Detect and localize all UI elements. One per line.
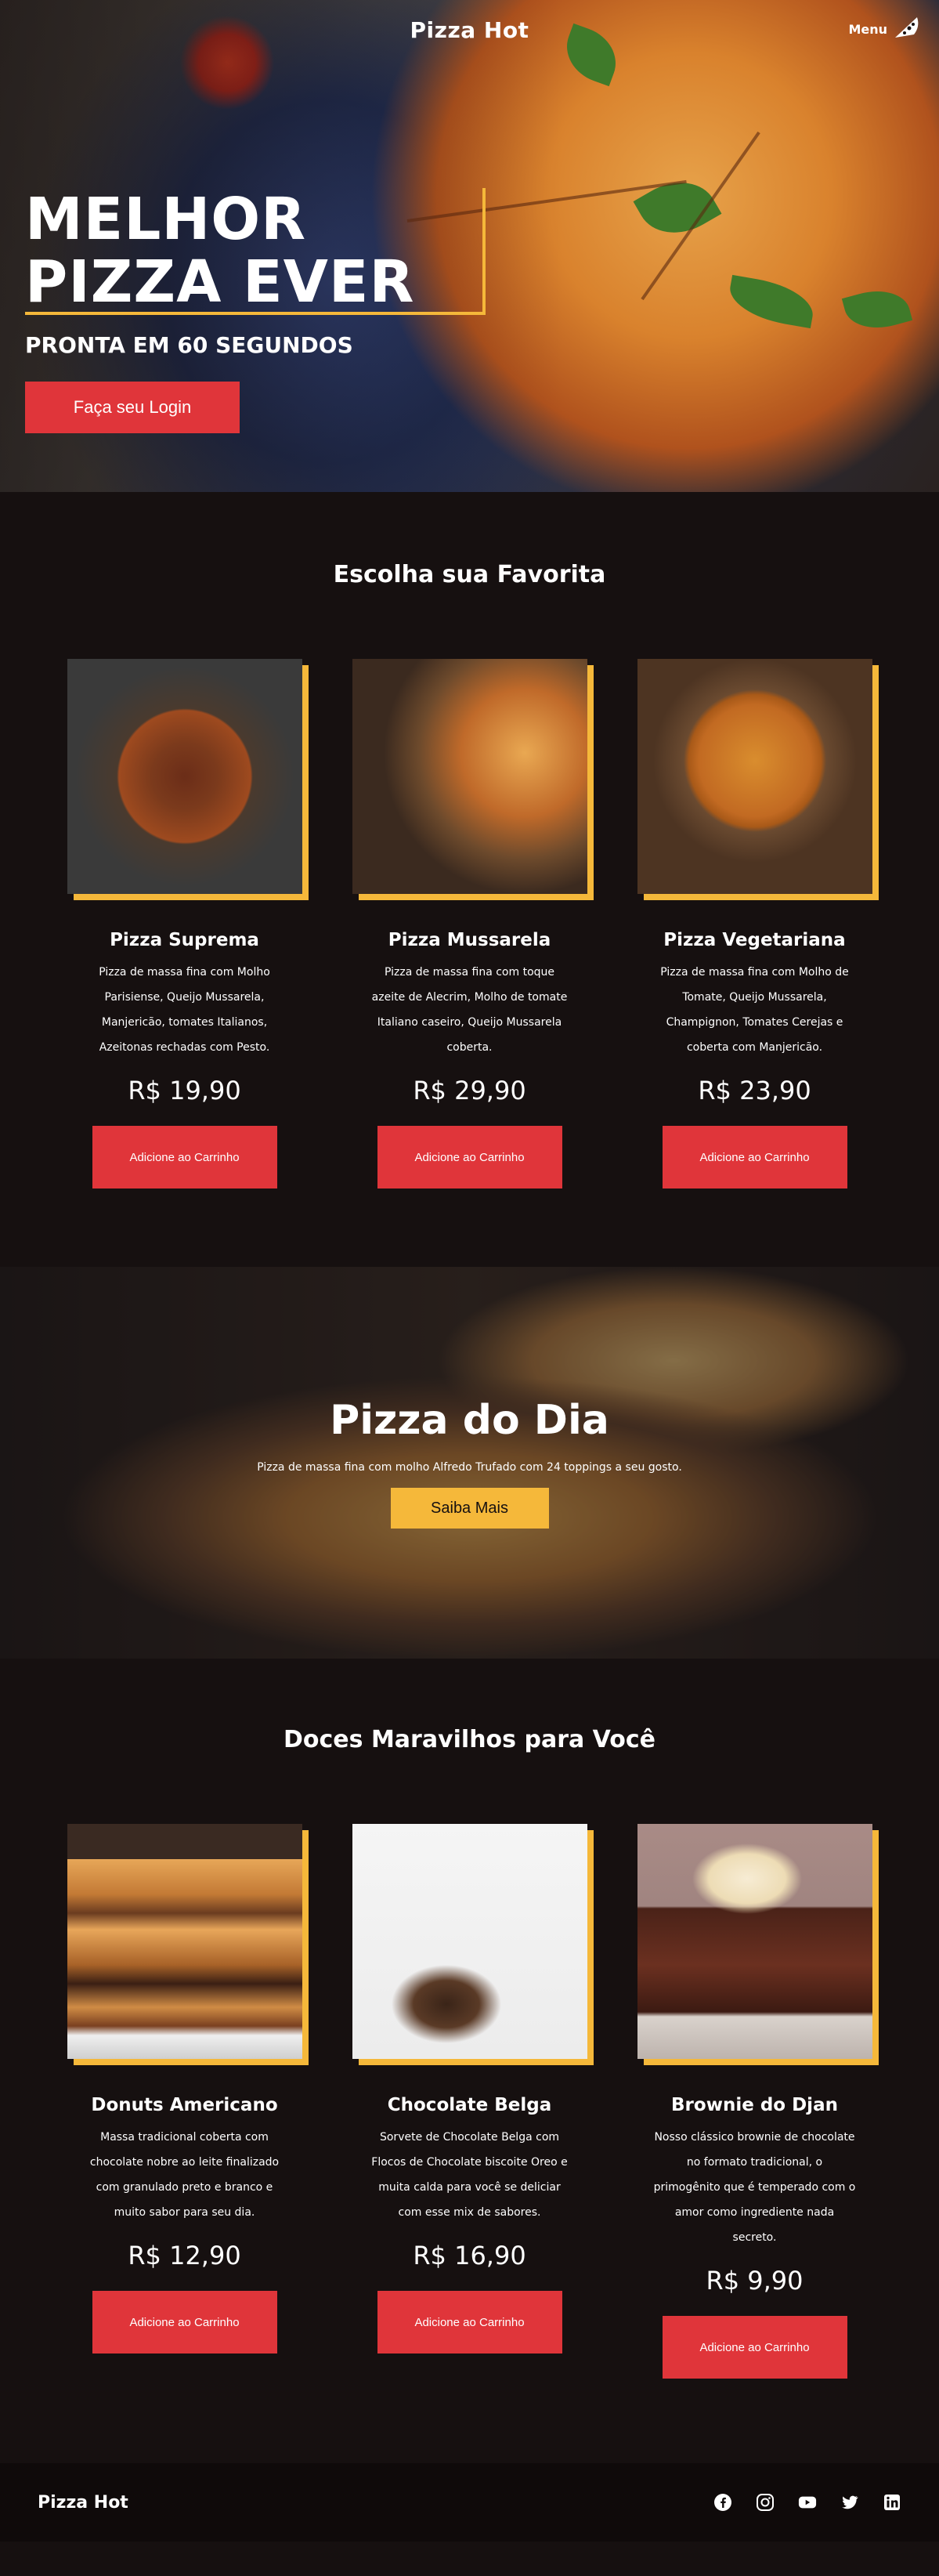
site-footer: Pizza Hot [0,2463,939,2542]
product-price: R$ 19,90 [128,1076,241,1105]
product-description: Massa tradicional coberta com chocolate … [89,2131,280,2219]
product-description: Pizza de massa fina com Molho de Tomate,… [660,966,849,1054]
product-card: Chocolate Belga Sorvete de Chocolate Bel… [352,1824,594,2379]
product-card: Pizza Suprema Pizza de massa fina com Mo… [67,659,309,1189]
product-price: R$ 23,90 [698,1076,811,1105]
product-name: Pizza Suprema [110,930,259,950]
pizza-vegetariana-image[interactable] [637,659,872,894]
product-name: Brownie do Djan [671,2095,838,2115]
add-to-cart-button[interactable]: Adicione ao Carrinho [92,2291,277,2353]
product-description: Nosso clássico brownie de chocolate no f… [653,2131,856,2244]
linkedin-icon[interactable] [883,2493,901,2512]
product-description: Pizza de massa fina com toque azeite de … [371,966,568,1054]
product-image-frame [67,659,309,900]
brand-logo[interactable]: Pizza Hot [0,17,939,43]
add-to-cart-button[interactable]: Adicione ao Carrinho [662,2316,847,2379]
product-price: R$ 12,90 [128,2241,241,2270]
desserts-section: Doces Maravilhos para Você Donuts Americ… [0,1659,939,2379]
pizza-slice-icon [894,16,920,42]
pizza-of-day-description: Pizza de massa fina com molho Alfredo Tr… [257,1461,682,1474]
pizza-mussarela-image[interactable] [352,659,587,894]
desserts-cards: Donuts Americano Massa tradicional cober… [0,1824,939,2379]
product-card: Pizza Mussarela Pizza de massa fina com … [352,659,594,1189]
favorites-section: Escolha sua Favorita Pizza Suprema Pizza… [0,492,939,1189]
pizza-of-day-title: Pizza do Dia [330,1397,609,1444]
basil-leaf-image [725,274,818,329]
product-image-frame [352,659,594,900]
menu-label: Menu [848,21,887,37]
login-button[interactable]: Faça seu Login [25,382,240,433]
pizza-suprema-image[interactable] [67,659,302,894]
hero-title-box: MELHOR PIZZA EVER [25,188,495,317]
menu-button[interactable]: Menu [848,16,920,42]
product-card: Brownie do Djan Nosso clássico brownie d… [637,1824,879,2379]
chocolate-belga-image[interactable] [352,1824,587,2059]
product-name: Pizza Mussarela [388,930,551,950]
add-to-cart-button[interactable]: Adicione ao Carrinho [92,1126,277,1189]
product-price: R$ 29,90 [413,1076,526,1105]
pizza-of-day-banner: Pizza do Dia Pizza de massa fina com mol… [0,1267,939,1659]
product-name: Chocolate Belga [387,2095,552,2115]
hero-content: MELHOR PIZZA EVER PRONTA EM 60 SEGUNDOS … [25,188,495,433]
product-image-frame [352,1824,594,2065]
youtube-icon[interactable] [798,2493,817,2512]
add-to-cart-button[interactable]: Adicione ao Carrinho [377,2291,562,2353]
product-image-frame [67,1824,309,2065]
product-name: Pizza Vegetariana [663,930,846,950]
facebook-icon[interactable] [713,2493,732,2512]
basil-leaf-image [633,166,722,249]
product-name: Donuts Americano [91,2095,278,2115]
donuts-image[interactable] [67,1824,302,2059]
product-description: Pizza de massa fina com Molho Parisiense… [99,966,270,1054]
favorites-cards: Pizza Suprema Pizza de massa fina com Mo… [0,659,939,1189]
favorites-title: Escolha sua Favorita [333,561,606,588]
learn-more-button[interactable]: Saiba Mais [390,1488,549,1529]
product-description: Sorvete de Chocolate Belga com Flocos de… [371,2131,568,2219]
product-card: Pizza Vegetariana Pizza de massa fina co… [637,659,879,1189]
product-card: Donuts Americano Massa tradicional cober… [67,1824,309,2379]
basil-leaf-image [841,282,913,337]
hero-title-frame [25,188,486,315]
hero-subtitle: PRONTA EM 60 SEGUNDOS [25,332,353,358]
brownie-image[interactable] [637,1824,872,2059]
hero-banner: Pizza Hot Menu MELHOR PIZZA EVER PRONTA … [0,0,939,492]
desserts-title: Doces Maravilhos para Você [284,1726,655,1753]
product-price: R$ 16,90 [413,2241,526,2270]
add-to-cart-button[interactable]: Adicione ao Carrinho [377,1126,562,1189]
footer-logo[interactable]: Pizza Hot [38,2493,128,2513]
product-image-frame [637,659,879,900]
twitter-icon[interactable] [840,2493,859,2512]
social-links [713,2493,901,2512]
instagram-icon[interactable] [756,2493,775,2512]
product-price: R$ 9,90 [706,2266,804,2296]
pizza-of-day-content: Pizza do Dia Pizza de massa fina com mol… [0,1267,939,1659]
product-image-frame [637,1824,879,2065]
add-to-cart-button[interactable]: Adicione ao Carrinho [662,1126,847,1189]
